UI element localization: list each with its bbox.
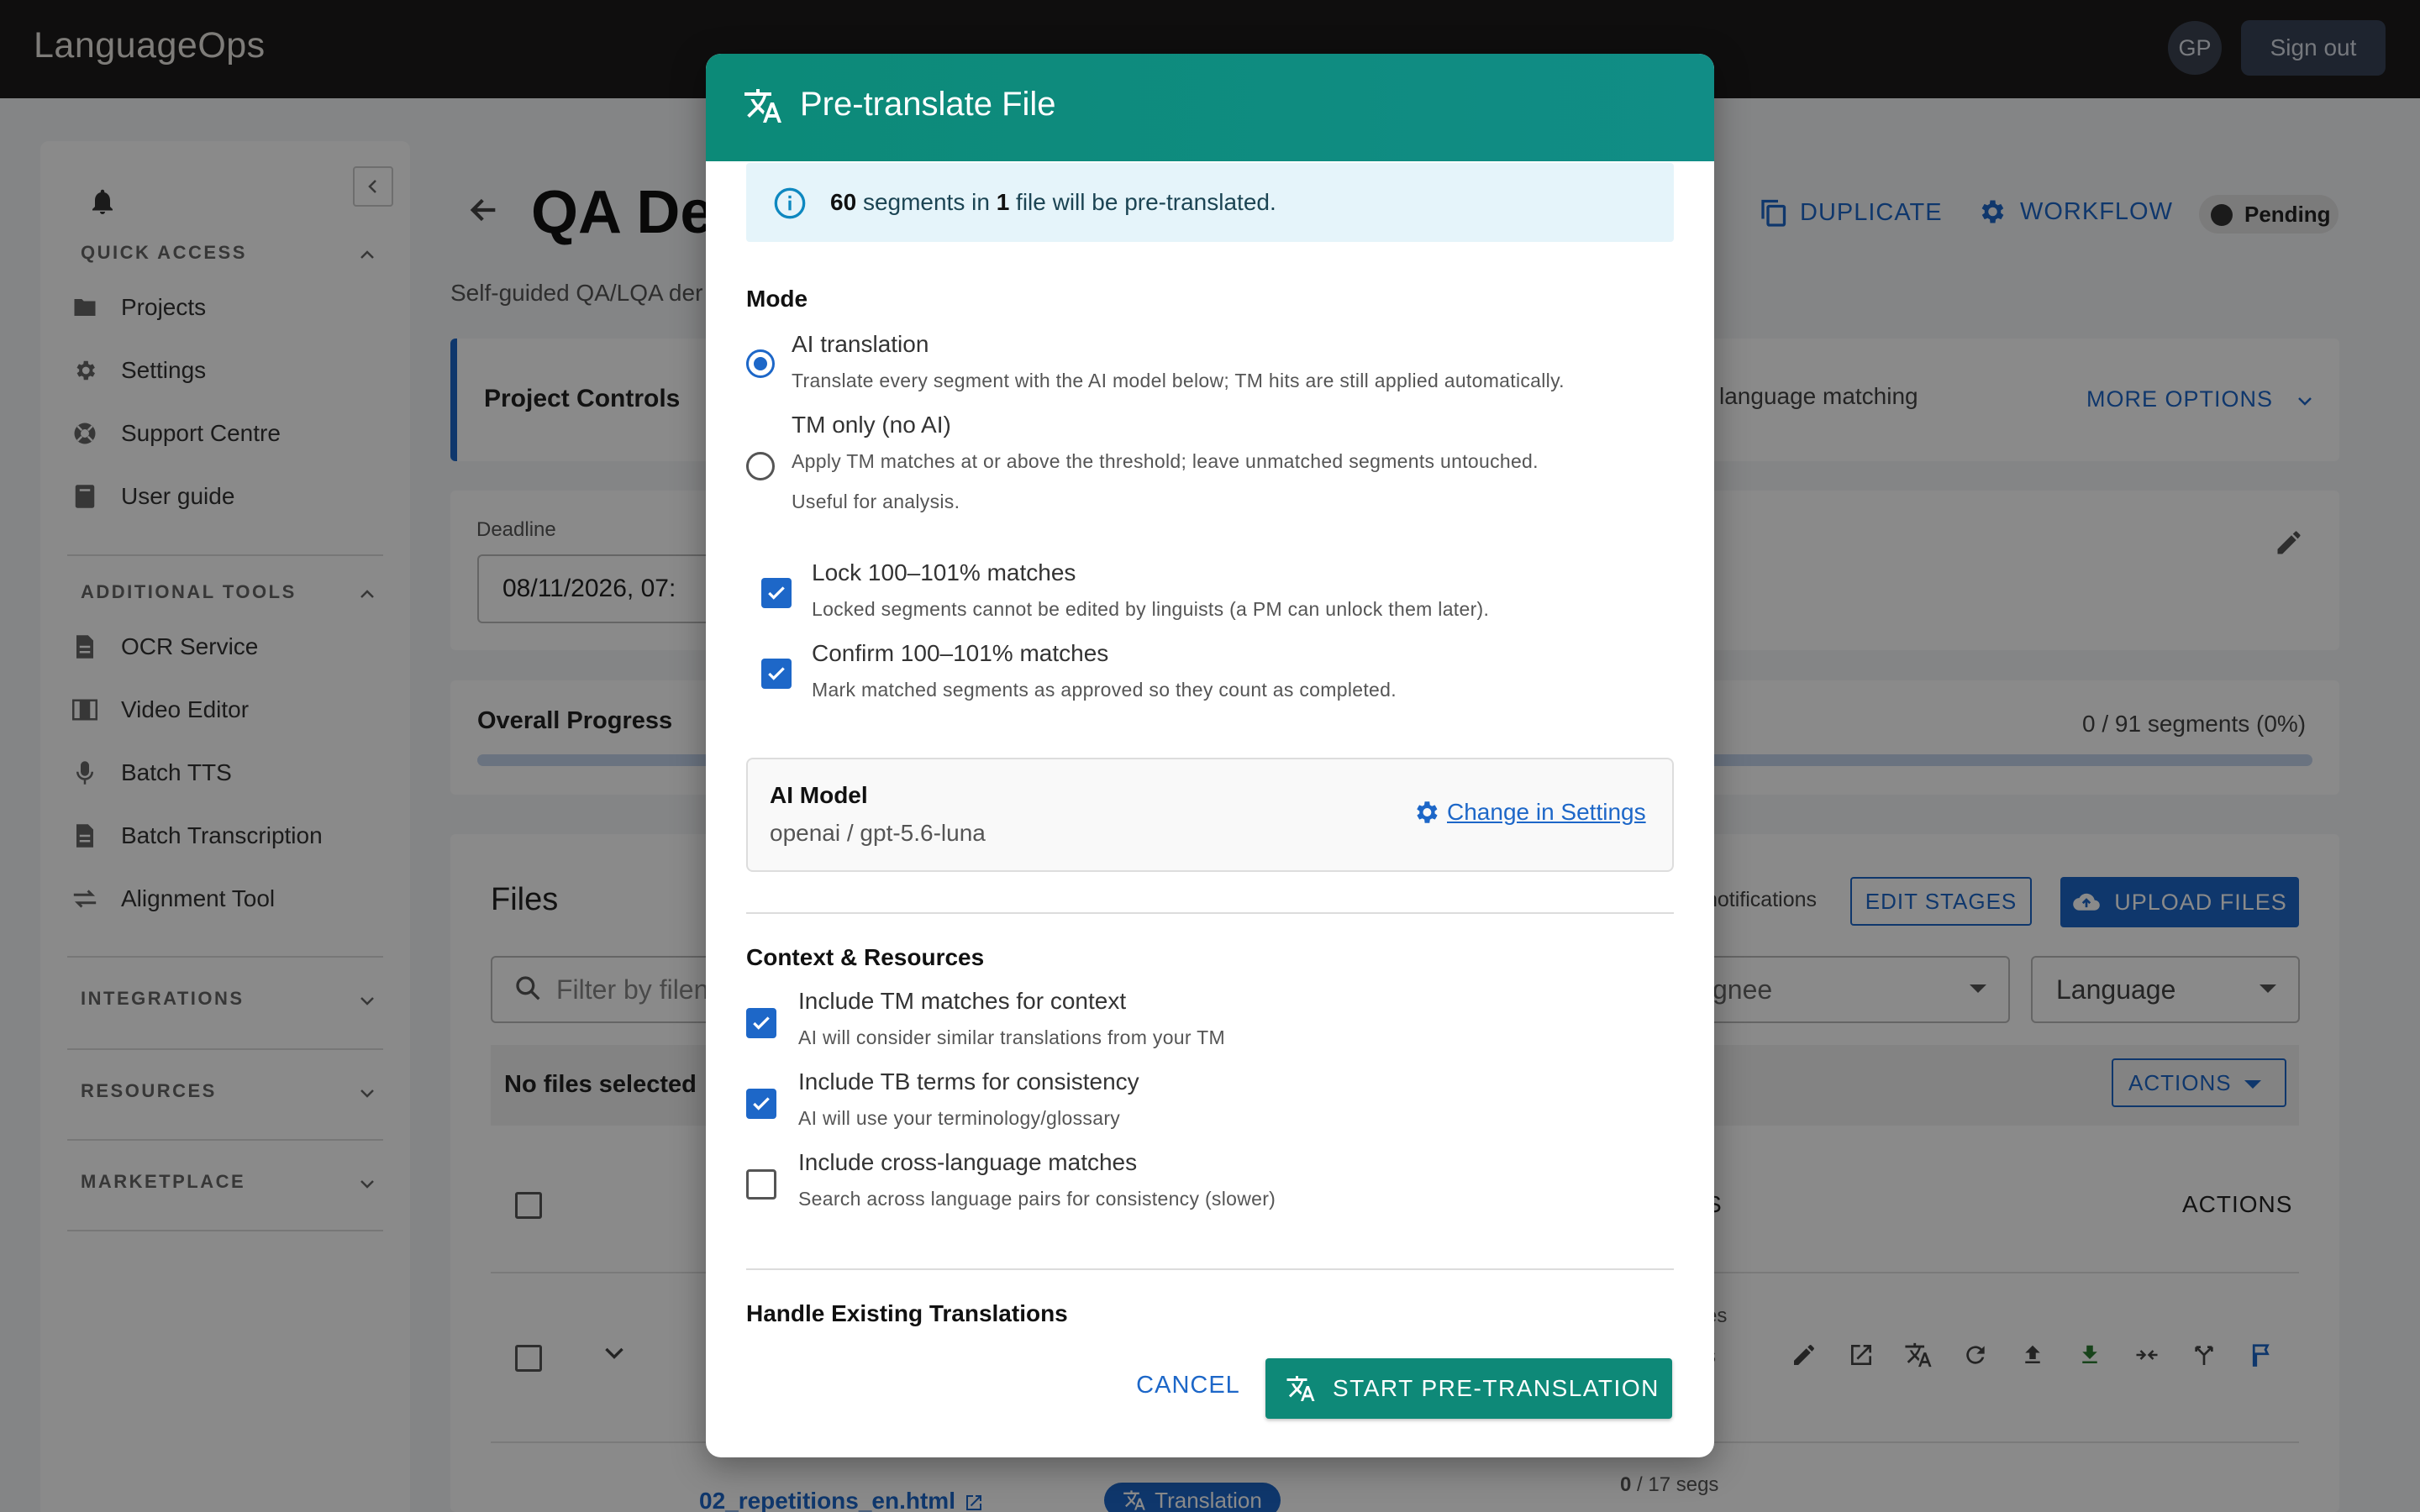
include-tm-description: AI will consider similar translations fr… bbox=[798, 1026, 1225, 1048]
context-heading: Context & Resources bbox=[746, 944, 985, 970]
include-tm-title[interactable]: Include TM matches for context bbox=[798, 988, 1126, 1015]
ai-model-value: openai / gpt-5.6-luna bbox=[770, 820, 986, 846]
ai-model-box: AI Model openai / gpt-5.6-luna Change in… bbox=[746, 758, 1674, 872]
dialog-title: Pre-translate File bbox=[800, 86, 1056, 123]
check-icon bbox=[753, 1097, 770, 1110]
change-in-settings-link[interactable]: Change in Settings bbox=[1412, 798, 1646, 827]
lock-matches-checkbox[interactable] bbox=[761, 578, 792, 608]
confirm-matches-checkbox[interactable] bbox=[761, 659, 792, 689]
mode-ai-title[interactable]: AI translation bbox=[792, 331, 929, 358]
info-text: 60 segments in 1 file will be pre-transl… bbox=[830, 189, 1276, 216]
start-pre-translation-button[interactable]: START PRE-TRANSLATION bbox=[1265, 1358, 1672, 1419]
check-icon bbox=[768, 586, 785, 600]
section-divider bbox=[746, 1268, 1674, 1270]
lock-matches-description: Locked segments cannot be edited by ling… bbox=[812, 598, 1490, 620]
include-tb-description: AI will use your terminology/glossary bbox=[798, 1107, 1121, 1129]
ai-model-label: AI Model bbox=[770, 782, 868, 808]
include-tb-title[interactable]: Include TB terms for consistency bbox=[798, 1068, 1139, 1095]
dialog-header: Pre-translate File bbox=[706, 54, 1714, 161]
include-cross-language-description: Search across language pairs for consist… bbox=[798, 1188, 1276, 1210]
pre-translate-dialog: Pre-translate File 60 segments in 1 file… bbox=[706, 54, 1714, 1457]
check-icon bbox=[753, 1016, 770, 1030]
start-pre-translation-label: START PRE-TRANSLATION bbox=[1333, 1375, 1660, 1401]
include-tm-checkbox[interactable] bbox=[746, 1008, 776, 1038]
check-icon bbox=[768, 667, 785, 680]
change-in-settings-label: Change in Settings bbox=[1447, 799, 1646, 825]
info-banner: 60 segments in 1 file will be pre-transl… bbox=[746, 163, 1674, 242]
include-cross-language-checkbox[interactable] bbox=[746, 1169, 776, 1200]
translate-icon bbox=[744, 89, 781, 123]
existing-translations-heading: Handle Existing Translations bbox=[746, 1300, 1068, 1326]
lock-matches-title[interactable]: Lock 100–101% matches bbox=[812, 559, 1076, 586]
confirm-matches-description: Mark matched segments as approved so the… bbox=[812, 679, 1397, 701]
mode-ai-radio[interactable] bbox=[746, 349, 775, 378]
mode-tm-radio[interactable] bbox=[746, 452, 775, 480]
mode-ai-description: Translate every segment with the AI mode… bbox=[792, 370, 1565, 391]
info-file-count: 1 bbox=[996, 189, 1010, 215]
mode-tm-description-2: Useful for analysis. bbox=[792, 491, 960, 512]
include-tb-checkbox[interactable] bbox=[746, 1089, 776, 1119]
cancel-button[interactable]: CANCEL bbox=[1126, 1357, 1250, 1413]
mode-tm-description: Apply TM matches at or above the thresho… bbox=[792, 450, 1539, 472]
section-divider bbox=[746, 912, 1674, 914]
info-text-part: file will be pre-translated. bbox=[1016, 189, 1276, 215]
mode-heading: Mode bbox=[746, 286, 808, 312]
gear-icon bbox=[1417, 801, 1438, 823]
info-icon bbox=[774, 187, 806, 219]
info-segment-count: 60 bbox=[830, 189, 857, 215]
confirm-matches-title[interactable]: Confirm 100–101% matches bbox=[812, 640, 1108, 667]
info-text-part: segments in bbox=[862, 189, 990, 215]
include-cross-language-title[interactable]: Include cross-language matches bbox=[798, 1149, 1137, 1176]
mode-tm-title[interactable]: TM only (no AI) bbox=[792, 412, 951, 438]
translate-icon bbox=[1286, 1376, 1315, 1401]
